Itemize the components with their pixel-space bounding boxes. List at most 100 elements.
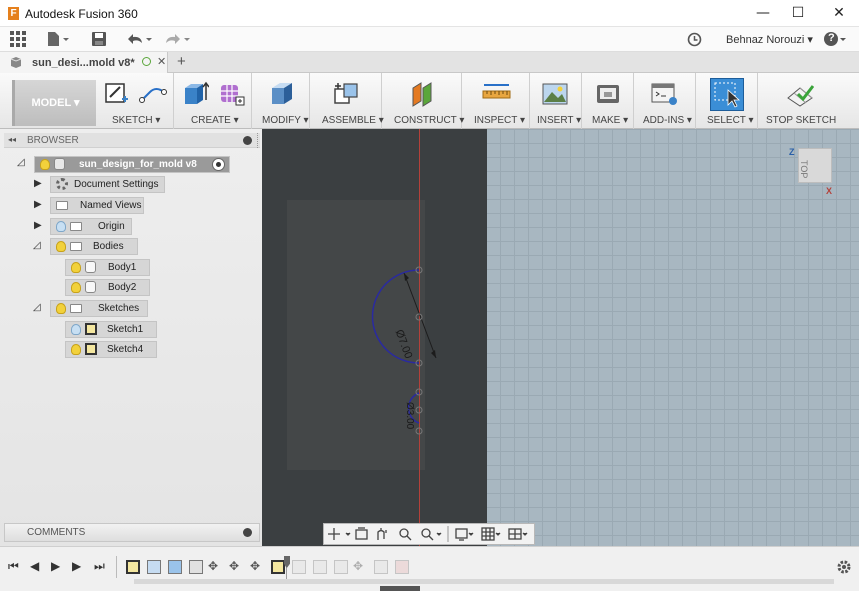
press-pull-icon[interactable] bbox=[268, 80, 296, 108]
browser-node-sketch1[interactable]: Sketch1 bbox=[65, 321, 157, 338]
collapsed-arrow-icon[interactable]: ▶ bbox=[34, 199, 42, 210]
browser-node-sketches[interactable]: Sketches bbox=[50, 300, 148, 317]
timeline-sketch-feature[interactable] bbox=[126, 560, 140, 574]
select-menu[interactable]: SELECT ▾ bbox=[707, 115, 754, 126]
diameter-dimension-small[interactable]: Ø3.00 bbox=[404, 402, 415, 429]
view-cube-face-top[interactable]: TOP bbox=[799, 160, 809, 178]
go-to-end-icon[interactable]: ⏭ bbox=[94, 559, 105, 574]
visibility-bulb-icon[interactable] bbox=[71, 323, 81, 335]
node-label: Document Settings bbox=[74, 179, 159, 190]
maximize-button[interactable]: ☐ bbox=[776, 0, 820, 27]
timeline-suppressed-feature[interactable] bbox=[292, 560, 306, 574]
browser-node-body1[interactable]: Body1 bbox=[65, 259, 150, 276]
assemble-menu[interactable]: ASSEMBLE ▾ bbox=[322, 115, 384, 126]
save-icon[interactable] bbox=[91, 31, 107, 47]
browser-node-sketch4[interactable]: Sketch4 bbox=[65, 341, 157, 358]
timeline-scroll-thumb[interactable] bbox=[380, 586, 420, 591]
construct-menu[interactable]: CONSTRUCT ▾ bbox=[394, 115, 464, 126]
go-to-start-icon[interactable]: ⏮ bbox=[8, 559, 19, 574]
timeline-suppressed-feature[interactable] bbox=[334, 560, 348, 574]
browser-root-node[interactable]: sun_design_for_mold v8 bbox=[34, 156, 230, 173]
visibility-bulb-icon[interactable] bbox=[56, 240, 66, 252]
timeline-scroll-track[interactable] bbox=[134, 579, 834, 584]
browser-resize-handle[interactable] bbox=[257, 133, 260, 148]
visibility-bulb-icon[interactable] bbox=[71, 261, 81, 273]
add-ins-menu[interactable]: ADD-INS ▾ bbox=[643, 115, 692, 126]
browser-node-document-settings[interactable]: Document Settings bbox=[50, 176, 165, 193]
activate-radio-icon[interactable] bbox=[212, 158, 225, 171]
make-menu[interactable]: MAKE ▾ bbox=[592, 115, 628, 126]
visibility-bulb-icon[interactable] bbox=[56, 220, 66, 232]
sketch-menu[interactable]: SKETCH ▾ bbox=[112, 115, 160, 126]
node-label: Body1 bbox=[108, 262, 137, 273]
grid-icon[interactable] bbox=[10, 31, 26, 47]
close-tab-button[interactable]: ✕ bbox=[157, 55, 166, 68]
extrude-icon[interactable] bbox=[181, 80, 210, 108]
create-menu[interactable]: CREATE ▾ bbox=[191, 115, 239, 126]
new-tab-button[interactable]: + bbox=[177, 53, 186, 70]
create-sketch-icon[interactable] bbox=[103, 80, 131, 108]
clock-icon[interactable] bbox=[687, 32, 702, 47]
window-title: Autodesk Fusion 360 bbox=[25, 7, 138, 21]
step-forward-icon[interactable]: ▶ bbox=[72, 559, 81, 573]
timeline-suppressed-feature[interactable]: ✥ bbox=[353, 559, 363, 573]
expanded-arrow-icon[interactable]: ◿ bbox=[33, 302, 41, 313]
3d-print-icon[interactable] bbox=[594, 80, 622, 108]
insert-image-icon[interactable] bbox=[541, 80, 569, 108]
line-tool-icon[interactable] bbox=[138, 80, 167, 108]
workspace-switcher[interactable]: MODEL ▾ bbox=[12, 80, 96, 126]
help-button[interactable]: ? bbox=[823, 31, 849, 47]
sync-status-icon bbox=[142, 57, 151, 66]
inspect-menu[interactable]: INSPECT ▾ bbox=[474, 115, 525, 126]
gear-icon[interactable] bbox=[836, 559, 852, 575]
select-tool-button[interactable] bbox=[710, 78, 744, 111]
body-icon bbox=[85, 281, 96, 294]
expanded-arrow-icon[interactable]: ◿ bbox=[17, 157, 25, 168]
document-icon bbox=[54, 158, 65, 171]
timeline-body-feature[interactable] bbox=[168, 560, 182, 574]
browser-node-origin[interactable]: Origin bbox=[50, 218, 132, 235]
timeline-move-feature[interactable]: ✥ bbox=[250, 559, 260, 573]
folder-icon bbox=[70, 303, 82, 313]
undo-icon[interactable] bbox=[125, 31, 153, 47]
insert-menu[interactable]: INSERT ▾ bbox=[537, 115, 581, 126]
measure-icon[interactable] bbox=[482, 80, 511, 108]
timeline-extrude-feature[interactable] bbox=[147, 560, 161, 574]
redo-icon[interactable] bbox=[163, 31, 191, 47]
timeline-combine-feature[interactable] bbox=[189, 560, 203, 574]
close-button[interactable]: ✕ bbox=[817, 0, 859, 27]
visibility-bulb-icon[interactable] bbox=[40, 158, 50, 170]
timeline-suppressed-feature[interactable] bbox=[313, 560, 327, 574]
timeline-suppressed-feature[interactable] bbox=[374, 560, 388, 574]
browser-minimize-icon[interactable] bbox=[243, 136, 252, 145]
browser-node-named-views[interactable]: Named Views bbox=[50, 197, 144, 214]
file-menu-button[interactable] bbox=[46, 31, 72, 47]
expanded-arrow-icon[interactable]: ◿ bbox=[33, 240, 41, 251]
stop-sketch-button[interactable]: STOP SKETCH bbox=[766, 115, 836, 126]
play-icon[interactable]: ▶ bbox=[51, 559, 60, 573]
add-comment-icon[interactable] bbox=[243, 528, 252, 537]
gear-icon bbox=[56, 178, 68, 191]
browser-node-bodies[interactable]: Bodies bbox=[50, 238, 138, 255]
modify-menu[interactable]: MODIFY ▾ bbox=[262, 115, 309, 126]
visibility-bulb-icon[interactable] bbox=[56, 302, 66, 314]
timeline-sketch-feature[interactable] bbox=[271, 560, 285, 574]
collapse-browser-icon[interactable]: ◂◂ bbox=[8, 135, 16, 144]
browser-node-body2[interactable]: Body2 bbox=[65, 279, 150, 296]
collapsed-arrow-icon[interactable]: ▶ bbox=[34, 220, 42, 231]
timeline-move-feature[interactable]: ✥ bbox=[208, 559, 218, 573]
navigation-tools[interactable] bbox=[326, 525, 532, 543]
timeline-suppressed-feature[interactable] bbox=[395, 560, 409, 574]
offset-plane-icon[interactable] bbox=[409, 80, 437, 108]
step-back-icon[interactable]: ◀ bbox=[30, 559, 39, 573]
new-component-icon[interactable] bbox=[332, 80, 360, 108]
user-menu[interactable]: Behnaz Norouzi ▾ bbox=[726, 33, 813, 46]
timeline-move-feature[interactable]: ✥ bbox=[229, 559, 239, 573]
folder-icon bbox=[70, 221, 82, 231]
scripts-addins-icon[interactable] bbox=[650, 80, 678, 108]
visibility-bulb-icon[interactable] bbox=[71, 281, 81, 293]
stop-sketch-icon[interactable] bbox=[786, 80, 815, 108]
collapsed-arrow-icon[interactable]: ▶ bbox=[34, 178, 42, 189]
form-icon[interactable] bbox=[216, 80, 245, 108]
visibility-bulb-icon[interactable] bbox=[71, 343, 81, 355]
